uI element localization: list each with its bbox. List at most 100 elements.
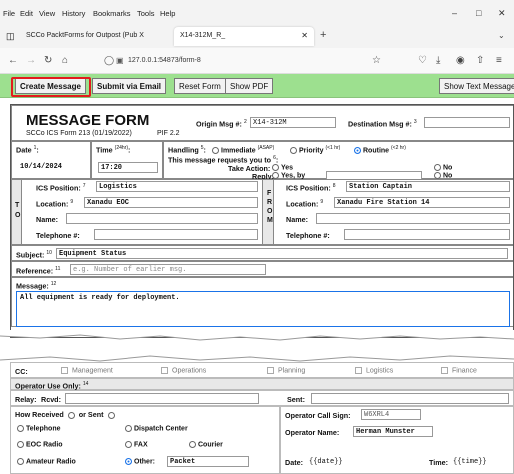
- method-fax[interactable]: FAX: [123, 441, 148, 448]
- from-block: ICS Position: 8 Station Captain Location…: [273, 179, 513, 245]
- radio-priority[interactable]: [290, 146, 297, 154]
- date-cell: Date 1: 10/14/2024: [11, 141, 91, 179]
- handling-priority-option[interactable]: Priority (<1 hr): [288, 145, 340, 154]
- menu-help[interactable]: Help: [160, 9, 175, 18]
- download-icon[interactable]: ⤓: [436, 55, 440, 66]
- radio-immediate[interactable]: [212, 146, 219, 154]
- handling-routine-option[interactable]: Routine (<2 hr): [352, 145, 406, 154]
- menu-history[interactable]: History: [62, 9, 85, 18]
- extensions-icon[interactable]: ⇧: [476, 55, 484, 66]
- close-tab-icon[interactable]: ✕: [301, 31, 308, 40]
- from-ics-input[interactable]: Station Captain: [346, 181, 510, 192]
- menu-file[interactable]: File: [3, 9, 15, 18]
- take-action-yes[interactable]: Yes: [270, 164, 293, 171]
- handling-immediate-option[interactable]: Immediate (ASAP): [210, 145, 274, 154]
- from-location-input[interactable]: Xanadu Fire Station 14: [334, 197, 510, 208]
- page-icon: ▣: [116, 56, 124, 65]
- nav-bar: ← → ↻ ⌂ ◯ ▣ 127.0.0.1:54873/form-8 ☆ ♡ ⤓…: [0, 48, 514, 74]
- take-action-no[interactable]: No: [432, 164, 452, 171]
- method-amateur-radio[interactable]: Amateur Radio: [15, 458, 76, 465]
- other-method-input[interactable]: Packet: [167, 456, 249, 467]
- from-name-input[interactable]: [316, 213, 510, 224]
- to-ics-label: ICS Position: 7: [36, 183, 86, 193]
- sent-label: Sent:: [287, 395, 305, 404]
- relay-label: Relay:: [15, 395, 37, 404]
- pif-version: PIF 2.2: [157, 130, 180, 137]
- time-input[interactable]: 17:20: [98, 162, 158, 173]
- cc-label: CC:: [15, 367, 28, 376]
- menu-icon[interactable]: ≡: [496, 55, 502, 66]
- subject-input[interactable]: Equipment Status: [56, 248, 508, 259]
- cc-management[interactable]: Management: [61, 367, 113, 374]
- cc-planning[interactable]: Planning: [267, 367, 305, 374]
- reset-form-button[interactable]: Reset Form: [174, 78, 226, 94]
- rcvd-input[interactable]: [65, 393, 259, 404]
- from-location-label: Location: 9: [286, 199, 324, 209]
- radio-routine[interactable]: [354, 146, 361, 154]
- method-other[interactable]: Other:: [123, 458, 155, 465]
- method-courier[interactable]: Courier: [187, 441, 223, 448]
- method-eoc-radio[interactable]: EOC Radio: [15, 441, 63, 448]
- tab-message[interactable]: X14-312M_R_ ✕: [174, 27, 314, 46]
- submit-email-button[interactable]: Submit via Email: [92, 78, 167, 94]
- home-icon[interactable]: ⌂: [62, 55, 68, 66]
- sent-input[interactable]: [311, 393, 509, 404]
- torn-edge: [0, 330, 514, 366]
- radio-sent[interactable]: [107, 411, 115, 419]
- requests-label: This message requests you to 6:: [168, 155, 279, 165]
- destination-msg-input[interactable]: [424, 117, 510, 128]
- back-icon[interactable]: ←: [8, 55, 18, 66]
- pocket-icon[interactable]: ♡: [418, 55, 427, 66]
- method-telephone[interactable]: Telephone: [15, 425, 60, 432]
- forward-icon[interactable]: →: [26, 55, 36, 66]
- operator-name-input[interactable]: Herman Munster: [353, 426, 433, 437]
- origin-msg-input[interactable]: X14-312M: [250, 117, 336, 128]
- cc-finance[interactable]: Finance: [441, 367, 477, 374]
- maximize-icon[interactable]: □: [476, 8, 481, 18]
- account-icon[interactable]: ◉: [456, 55, 465, 66]
- time-footer-value[interactable]: {{time}}: [453, 458, 487, 466]
- date-label: Date 1:: [16, 145, 39, 155]
- operator-call-input[interactable]: W6XRL4: [361, 409, 421, 420]
- menu-edit[interactable]: Edit: [20, 9, 33, 18]
- new-tab-icon[interactable]: +: [320, 29, 326, 41]
- to-block: ICS Position: 7 Logistics Location: 9 Xa…: [21, 179, 263, 245]
- cc-logistics[interactable]: Logistics: [355, 367, 393, 374]
- relay-row: Relay: Rcvd: Sent:: [10, 390, 514, 406]
- how-received-block: How Received or Sent Telephone Dispatch …: [10, 406, 280, 474]
- radio-received[interactable]: [67, 411, 75, 419]
- tab-packitforms[interactable]: SCCo PacktForms for Outpost (Pub X: [20, 27, 170, 46]
- show-pdf-button[interactable]: Show PDF: [225, 78, 274, 94]
- tab-label: X14-312M_R_: [180, 32, 226, 39]
- tab-list-icon[interactable]: ◫: [6, 31, 15, 42]
- bookmark-star-icon[interactable]: ☆: [372, 55, 381, 66]
- menu-view[interactable]: View: [39, 9, 55, 18]
- minimize-icon[interactable]: –: [452, 8, 457, 18]
- reload-icon[interactable]: ↻: [44, 55, 52, 66]
- date-input[interactable]: 10/14/2024: [18, 162, 86, 173]
- message-textarea[interactable]: All equipment is ready for deployment.: [16, 291, 510, 327]
- show-text-message-button[interactable]: Show Text Message: [439, 78, 514, 94]
- close-window-icon[interactable]: ✕: [498, 8, 506, 19]
- to-ics-input[interactable]: Logistics: [96, 181, 258, 192]
- to-telephone-input[interactable]: [94, 229, 258, 240]
- menu-tools[interactable]: Tools: [137, 9, 155, 18]
- handling-cell: Handling 5: Immediate (ASAP) Priority (<…: [163, 141, 513, 181]
- date-footer-value[interactable]: {{date}}: [309, 458, 343, 466]
- to-location-input[interactable]: Xanadu EOC: [84, 197, 258, 208]
- tab-label: SCCo PacktForms for Outpost (Pub X: [26, 32, 144, 39]
- reference-input[interactable]: e.g. Number of earlier msg.: [70, 264, 266, 275]
- to-name-input[interactable]: [66, 213, 258, 224]
- to-location-label: Location: 9: [36, 199, 74, 209]
- message-form: MESSAGE FORM SCCo ICS Form 213 (01/19/20…: [10, 104, 514, 338]
- address-bar[interactable]: ◯ ▣ 127.0.0.1:54873/form-8: [100, 53, 390, 69]
- menu-bookmarks[interactable]: Bookmarks: [93, 9, 131, 18]
- message-label: Message: 12: [16, 281, 57, 291]
- chevron-down-icon[interactable]: ⌄: [498, 31, 505, 40]
- method-dispatch[interactable]: Dispatch Center: [123, 425, 188, 432]
- from-telephone-input[interactable]: [344, 229, 510, 240]
- lower-form: CC: Management Operations Planning Logis…: [10, 362, 514, 474]
- handling-label: Handling 5:: [168, 145, 206, 155]
- date-footer-label: Date:: [285, 458, 303, 467]
- cc-operations[interactable]: Operations: [161, 367, 206, 374]
